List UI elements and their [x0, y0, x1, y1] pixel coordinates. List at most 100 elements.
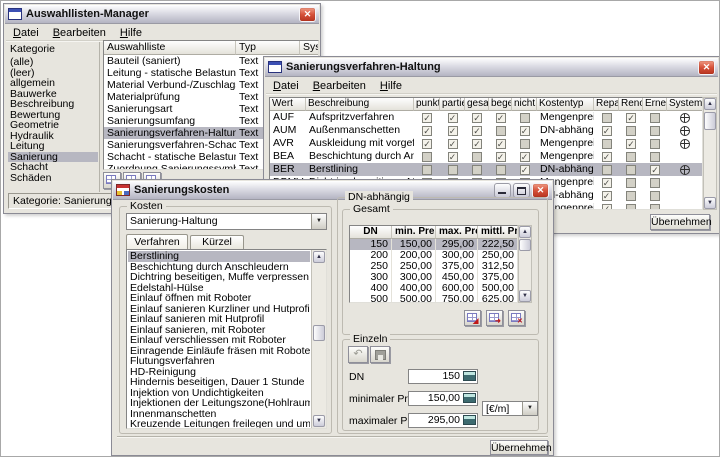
table-row[interactable]: BERBerstliningDN-abhängig — [270, 163, 702, 176]
checkbox-cell[interactable] — [440, 150, 465, 163]
column-header[interactable]: Erneue — [643, 98, 667, 111]
min-preis-field[interactable]: 150,00 — [408, 391, 478, 406]
kategorie-item[interactable]: (leer) — [8, 68, 98, 79]
titlebar[interactable]: Auswahllisten-Manager ✕ — [5, 5, 319, 24]
checkbox-cell[interactable] — [643, 111, 667, 124]
checkbox-cell[interactable] — [619, 150, 643, 163]
checkbox-cell[interactable] — [414, 163, 440, 176]
checkbox-cell[interactable] — [594, 202, 619, 210]
checkbox-cell[interactable] — [643, 137, 667, 150]
verfahren-list-item[interactable]: Einlauf öffnen mit Roboter — [128, 293, 310, 304]
verfahren-list-item[interactable]: Innenmanschetten — [128, 409, 310, 420]
checkbox-cell[interactable] — [440, 111, 465, 124]
verfahren-list-item[interactable]: Berstlining — [128, 251, 310, 262]
undo-icon[interactable]: ↶ — [348, 346, 368, 363]
kategorie-item[interactable]: Schacht — [8, 162, 98, 173]
checkbox-cell[interactable] — [465, 163, 489, 176]
checkbox-cell[interactable] — [512, 137, 537, 150]
calculator-icon[interactable] — [463, 415, 476, 425]
scroll-up-icon[interactable]: ▲ — [704, 98, 716, 110]
checkbox-cell[interactable] — [489, 150, 512, 163]
kategorie-item[interactable]: allgemein — [8, 78, 98, 89]
verfahren-list-item[interactable]: Injektion von Undichtigkeiten — [128, 388, 310, 399]
checkbox-cell[interactable] — [594, 137, 619, 150]
checkbox-cell[interactable] — [414, 137, 440, 150]
kategorie-item[interactable]: Bauwerke — [8, 89, 98, 100]
table-scrollbar[interactable]: ▲ ▼ — [518, 225, 532, 303]
table-row[interactable]: AVRAuskleidung mit vorgefertigten RMenge… — [270, 137, 702, 150]
checkbox-cell[interactable] — [512, 163, 537, 176]
scroll-down-icon[interactable]: ▼ — [519, 290, 531, 302]
table-row[interactable]: AUFAufspritzverfahrenMengenpreis — [270, 111, 702, 124]
verfahren-list-item[interactable]: Einlauf verschliessen mit Roboter — [128, 335, 310, 346]
close-icon[interactable]: ✕ — [698, 60, 715, 75]
checkbox-cell[interactable] — [414, 111, 440, 124]
scroll-thumb[interactable] — [313, 325, 325, 341]
uebernehmen-button[interactable]: Übernehmen — [490, 440, 548, 455]
verfahren-list-item[interactable]: Einlauf sanieren, mit Roboter — [128, 325, 310, 336]
kategorie-item[interactable]: Bewertung — [8, 110, 98, 121]
checkbox-cell[interactable] — [594, 124, 619, 137]
column-header[interactable]: punktu — [414, 98, 440, 111]
table-row[interactable]: 200200,00300,00250,00 — [350, 250, 517, 261]
menu-hilfe[interactable]: Hilfe — [113, 26, 149, 40]
table-insert-button[interactable]: ➜ — [486, 310, 503, 326]
column-header[interactable]: mittl. Preis — [478, 226, 518, 239]
checkbox-cell[interactable] — [643, 150, 667, 163]
checkbox-cell[interactable] — [643, 202, 667, 210]
table-row[interactable]: 500500,00750,00625,00 — [350, 294, 517, 303]
checkbox-cell[interactable] — [643, 124, 667, 137]
column-header[interactable]: gesam — [465, 98, 489, 111]
unit-combobox[interactable]: [€/m] ▼ — [482, 401, 538, 416]
checkbox-cell[interactable] — [619, 202, 643, 210]
column-header[interactable]: Wert — [270, 98, 306, 111]
column-header[interactable]: System — [667, 98, 703, 111]
uebernehmen-button[interactable]: Übernehmen — [650, 214, 710, 230]
checkbox-cell[interactable] — [440, 124, 465, 137]
checkbox-cell[interactable] — [512, 111, 537, 124]
verfahren-list-item[interactable]: HD-Reinigung — [128, 367, 310, 378]
kategorie-item[interactable]: Sanierung — [8, 152, 98, 163]
checkbox-cell[interactable] — [440, 163, 465, 176]
titlebar[interactable]: Sanierungsverfahren-Haltung ✕ — [265, 58, 718, 77]
checkbox-cell[interactable] — [489, 163, 512, 176]
menu-bearbeiten[interactable]: Bearbeiten — [306, 79, 373, 93]
column-header[interactable]: DN — [350, 226, 392, 239]
chevron-down-icon[interactable]: ▼ — [522, 402, 537, 415]
menu-datei[interactable]: Datei — [266, 79, 306, 93]
checkbox-cell[interactable] — [512, 124, 537, 137]
column-header[interactable]: nicht b — [512, 98, 537, 111]
checkbox-cell[interactable] — [594, 189, 619, 202]
column-header[interactable]: Repar — [594, 98, 619, 111]
table-row[interactable]: 300300,00450,00375,00 — [350, 272, 517, 283]
close-icon[interactable]: ✕ — [532, 183, 549, 198]
column-header[interactable]: Syster — [300, 41, 319, 55]
column-header[interactable]: Auswahlliste — [104, 41, 236, 55]
maximize-icon[interactable] — [513, 183, 530, 198]
verfahren-list-item[interactable]: Beschichtung durch Anschleudern — [128, 262, 310, 273]
kosten-combobox[interactable]: Sanierung-Haltung ▼ — [126, 213, 327, 230]
table-row[interactable]: BEABeschichtung durch AnschleudMengenpre… — [270, 150, 702, 163]
checkbox-cell[interactable] — [440, 137, 465, 150]
verfahren-list-item[interactable]: Flutungsverfahren — [128, 356, 310, 367]
menu-datei[interactable]: Datei — [6, 26, 46, 40]
column-header[interactable]: Typ — [236, 41, 300, 55]
checkbox-cell[interactable] — [489, 124, 512, 137]
checkbox-cell[interactable] — [619, 189, 643, 202]
scroll-down-icon[interactable]: ▼ — [704, 197, 716, 209]
close-icon[interactable]: ✕ — [299, 7, 316, 22]
column-header[interactable]: partiell — [440, 98, 465, 111]
verfahren-list-item[interactable]: Dichtring beseitigen, Muffe verpressen — [128, 272, 310, 283]
column-header[interactable]: begehl — [489, 98, 512, 111]
checkbox-cell[interactable] — [643, 176, 667, 189]
checkbox-cell[interactable] — [619, 111, 643, 124]
verfahren-list-item[interactable]: Einlauf sanieren Kurzliner und Hutprofil — [128, 304, 310, 315]
column-header[interactable]: Beschreibung — [306, 98, 414, 111]
table-row[interactable]: 400400,00600,00500,00 — [350, 283, 517, 294]
list-scrollbar[interactable]: ▲ ▼ — [311, 250, 326, 428]
scroll-thumb[interactable] — [519, 239, 531, 251]
checkbox-cell[interactable] — [512, 150, 537, 163]
checkbox-cell[interactable] — [594, 176, 619, 189]
checkbox-cell[interactable] — [465, 137, 489, 150]
verfahren-list-item[interactable]: Kreuzende Leitungen freilegen und umbett… — [128, 419, 310, 429]
